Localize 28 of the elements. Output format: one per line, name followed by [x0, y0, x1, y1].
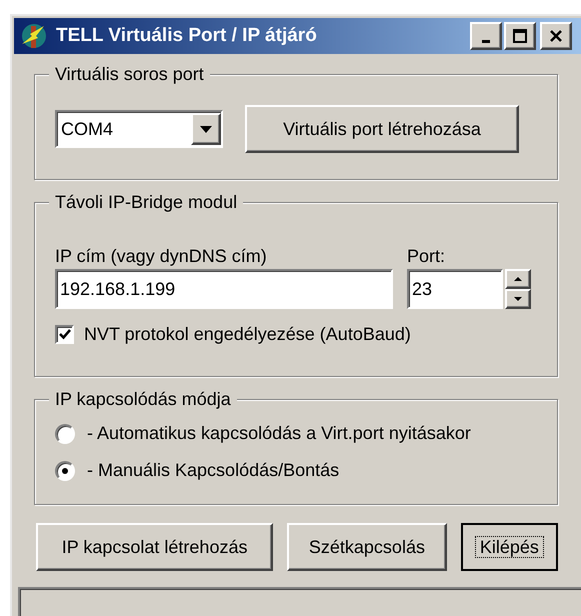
nvt-checkbox[interactable] [55, 325, 74, 344]
window-title: TELL Virtuális Port / IP átjáró [56, 24, 317, 48]
port-select[interactable]: COM4 [55, 110, 223, 148]
port-input[interactable]: 23 [407, 269, 503, 309]
minimize-button[interactable] [470, 22, 502, 50]
dialog-button[interactable]: Kilépés [460, 523, 558, 571]
dialog-button[interactable]: Virtuális port létrehozása [245, 105, 519, 153]
down-arrow-icon [514, 297, 522, 301]
ip-input[interactable]: 192.168.1.199 [55, 269, 393, 309]
spin-buttons[interactable] [505, 269, 531, 309]
maximize-icon [513, 29, 527, 43]
check-icon [58, 329, 70, 340]
maximize-button[interactable] [504, 22, 536, 50]
radio-label: - Manuális Kapcsolódás/Bontás [87, 459, 340, 482]
dialog-button[interactable]: IP kapcsolat létrehozás [36, 523, 274, 571]
minimize-icon [482, 40, 490, 42]
radio-button[interactable] [55, 460, 75, 480]
ip-label: IP cím (vagy dynDNS cím) [55, 245, 268, 268]
radio-button[interactable] [55, 424, 75, 444]
radio-label: - Automatikus kapcsolódás a Virt.port nyitásakor [87, 422, 471, 445]
up-arrow-icon [514, 277, 522, 281]
port-label: Port: [407, 245, 446, 268]
app-icon [20, 22, 48, 50]
close-icon [549, 29, 563, 43]
close-button[interactable] [540, 22, 572, 50]
dropdown-arrow-icon [200, 126, 212, 132]
dialog-button[interactable]: Szétkapcsolás [287, 523, 447, 571]
checkbox-label: NVT protokol engedélyezése (AutoBaud) [84, 323, 411, 346]
